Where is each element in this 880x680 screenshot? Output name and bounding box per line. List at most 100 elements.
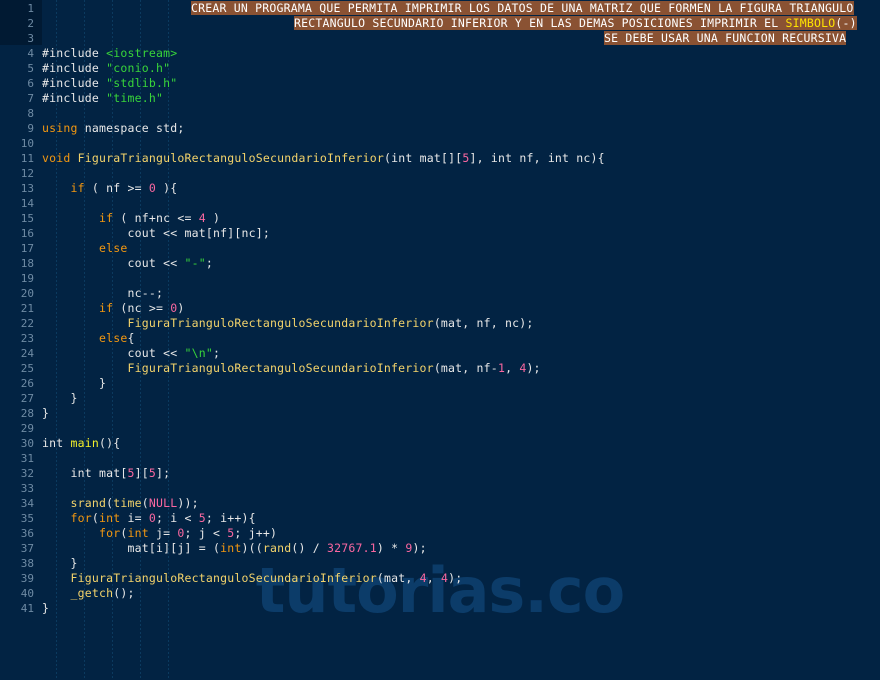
code-line[interactable]: 22 FiguraTrianguloRectanguloSecundarioIn… <box>0 316 880 331</box>
code-editor[interactable]: tutorias.co 1 CREAR UN PROGRAMA QUE PERM… <box>0 0 880 680</box>
code-line[interactable]: 34 srand(time(NULL)); <box>0 496 880 511</box>
line-content[interactable]: cout << mat[nf][nc]; <box>42 226 880 241</box>
code-line[interactable]: 8 <box>0 106 880 121</box>
code-line[interactable]: 10 <box>0 136 880 151</box>
token-plain: ; <box>212 346 221 360</box>
code-line[interactable]: 4 #include <iostream> <box>0 46 880 61</box>
code-line[interactable]: 35 for(int i= 0; i < 5; i++){ <box>0 511 880 526</box>
line-content[interactable]: for(int j= 0; j < 5; j++) <box>42 526 880 541</box>
line-content[interactable]: RECTANGULO SECUNDARIO INFERIOR Y EN LAS … <box>42 16 880 31</box>
line-content[interactable]: } <box>42 556 880 571</box>
token-keyword: using <box>42 121 78 135</box>
line-content[interactable]: if ( nf+nc <= 4 ) <box>42 211 880 226</box>
line-content[interactable]: else{ <box>42 331 880 346</box>
line-content[interactable]: SE DEBE USAR UNA FUNCION RECURSIVA <box>42 31 880 46</box>
line-content[interactable]: if (nc >= 0) <box>42 301 880 316</box>
code-line[interactable]: 36 for(int j= 0; j < 5; j++) <box>0 526 880 541</box>
token-keyword: void <box>42 151 78 165</box>
code-line[interactable]: 14 <box>0 196 880 211</box>
code-line[interactable]: 7 #include "time.h" <box>0 91 880 106</box>
line-content[interactable] <box>42 481 880 496</box>
line-content[interactable] <box>42 136 880 151</box>
line-number: 19 <box>20 272 34 285</box>
code-line[interactable]: 24 cout << "\n"; <box>0 346 880 361</box>
line-number: 20 <box>20 287 34 300</box>
line-content[interactable]: } <box>42 391 880 406</box>
line-number: 28 <box>20 407 34 420</box>
line-content[interactable]: mat[i][j] = (int)((rand() / 32767.1) * 9… <box>42 541 880 556</box>
line-content[interactable]: FiguraTrianguloRectanguloSecundarioInfer… <box>42 361 880 376</box>
code-line[interactable]: 41 } <box>0 601 880 616</box>
line-content[interactable]: #include "time.h" <box>42 91 880 106</box>
code-line[interactable]: 9 using namespace std; <box>0 121 880 136</box>
line-content[interactable] <box>42 166 880 181</box>
code-line[interactable]: 15 if ( nf+nc <= 4 ) <box>0 211 880 226</box>
line-content[interactable]: #include "stdlib.h" <box>42 76 880 91</box>
code-line[interactable]: 2 RECTANGULO SECUNDARIO INFERIOR Y EN LA… <box>0 16 880 31</box>
line-content[interactable]: srand(time(NULL)); <box>42 496 880 511</box>
token-function-name: FiguraTrianguloRectanguloSecundarioInfer… <box>70 571 377 585</box>
line-content[interactable]: void FiguraTrianguloRectanguloSecundario… <box>42 151 880 166</box>
code-line[interactable]: 18 cout << "-"; <box>0 256 880 271</box>
line-content[interactable]: FiguraTrianguloRectanguloSecundarioInfer… <box>42 571 880 586</box>
line-content[interactable]: _getch(); <box>42 586 880 601</box>
code-line[interactable]: 40 _getch(); <box>0 586 880 601</box>
code-line[interactable]: 31 <box>0 451 880 466</box>
code-line[interactable]: 32 int mat[5][5]; <box>0 466 880 481</box>
line-content[interactable] <box>42 271 880 286</box>
code-line[interactable]: 30 int main(){ <box>0 436 880 451</box>
line-content[interactable]: cout << "\n"; <box>42 346 880 361</box>
line-content[interactable]: FiguraTrianguloRectanguloSecundarioInfer… <box>42 316 880 331</box>
code-line[interactable]: 17 else <box>0 241 880 256</box>
line-content[interactable]: #include "conio.h" <box>42 61 880 76</box>
code-line[interactable]: 23 else{ <box>0 331 880 346</box>
code-line[interactable]: 38 } <box>0 556 880 571</box>
token-plain: ; j++) <box>234 526 278 540</box>
code-line[interactable]: 20 nc--; <box>0 286 880 301</box>
line-content[interactable] <box>42 421 880 436</box>
line-content[interactable] <box>42 451 880 466</box>
line-content[interactable] <box>42 196 880 211</box>
code-line[interactable]: 26 } <box>0 376 880 391</box>
line-content[interactable]: } <box>42 601 880 616</box>
line-content[interactable]: else <box>42 241 880 256</box>
token-plain: ( <box>91 511 99 525</box>
line-content[interactable]: if ( nf >= 0 ){ <box>42 181 880 196</box>
code-line[interactable]: 28 } <box>0 406 880 421</box>
line-content[interactable]: for(int i= 0; i < 5; i++){ <box>42 511 880 526</box>
line-number: 3 <box>27 32 34 45</box>
line-content[interactable]: cout << "-"; <box>42 256 880 271</box>
code-line[interactable]: 25 FiguraTrianguloRectanguloSecundarioIn… <box>0 361 880 376</box>
line-number: 11 <box>20 152 34 165</box>
code-line[interactable]: 11 void FiguraTrianguloRectanguloSecunda… <box>0 151 880 166</box>
line-content[interactable]: } <box>42 406 880 421</box>
code-lines-container[interactable]: 1 CREAR UN PROGRAMA QUE PERMITA IMPRIMIR… <box>0 0 880 616</box>
code-line[interactable]: 29 <box>0 421 880 436</box>
line-content[interactable]: int main(){ <box>42 436 880 451</box>
line-content[interactable] <box>42 106 880 121</box>
line-content[interactable]: #include <iostream> <box>42 46 880 61</box>
code-line[interactable]: 33 <box>0 481 880 496</box>
code-line[interactable]: 1 CREAR UN PROGRAMA QUE PERMITA IMPRIMIR… <box>0 1 880 16</box>
line-number: 2 <box>27 17 34 30</box>
code-line[interactable]: 3 SE DEBE USAR UNA FUNCION RECURSIVA <box>0 31 880 46</box>
code-line[interactable]: 27 } <box>0 391 880 406</box>
code-line[interactable]: 6 #include "stdlib.h" <box>0 76 880 91</box>
token-plain: ); <box>448 571 463 585</box>
token-keyword: if <box>70 181 85 195</box>
code-line[interactable]: 12 <box>0 166 880 181</box>
line-content[interactable]: } <box>42 376 880 391</box>
token-brace: } <box>70 556 78 570</box>
token-keyword: else <box>99 241 128 255</box>
line-content[interactable]: int mat[5][5]; <box>42 466 880 481</box>
code-line[interactable]: 37 mat[i][j] = (int)((rand() / 32767.1) … <box>0 541 880 556</box>
code-line[interactable]: 19 <box>0 271 880 286</box>
line-content[interactable]: CREAR UN PROGRAMA QUE PERMITA IMPRIMIR L… <box>42 1 880 16</box>
code-line[interactable]: 21 if (nc >= 0) <box>0 301 880 316</box>
code-line[interactable]: 13 if ( nf >= 0 ){ <box>0 181 880 196</box>
code-line[interactable]: 39 FiguraTrianguloRectanguloSecundarioIn… <box>0 571 880 586</box>
line-content[interactable]: nc--; <box>42 286 880 301</box>
code-line[interactable]: 16 cout << mat[nf][nc]; <box>0 226 880 241</box>
line-content[interactable]: using namespace std; <box>42 121 880 136</box>
code-line[interactable]: 5 #include "conio.h" <box>0 61 880 76</box>
